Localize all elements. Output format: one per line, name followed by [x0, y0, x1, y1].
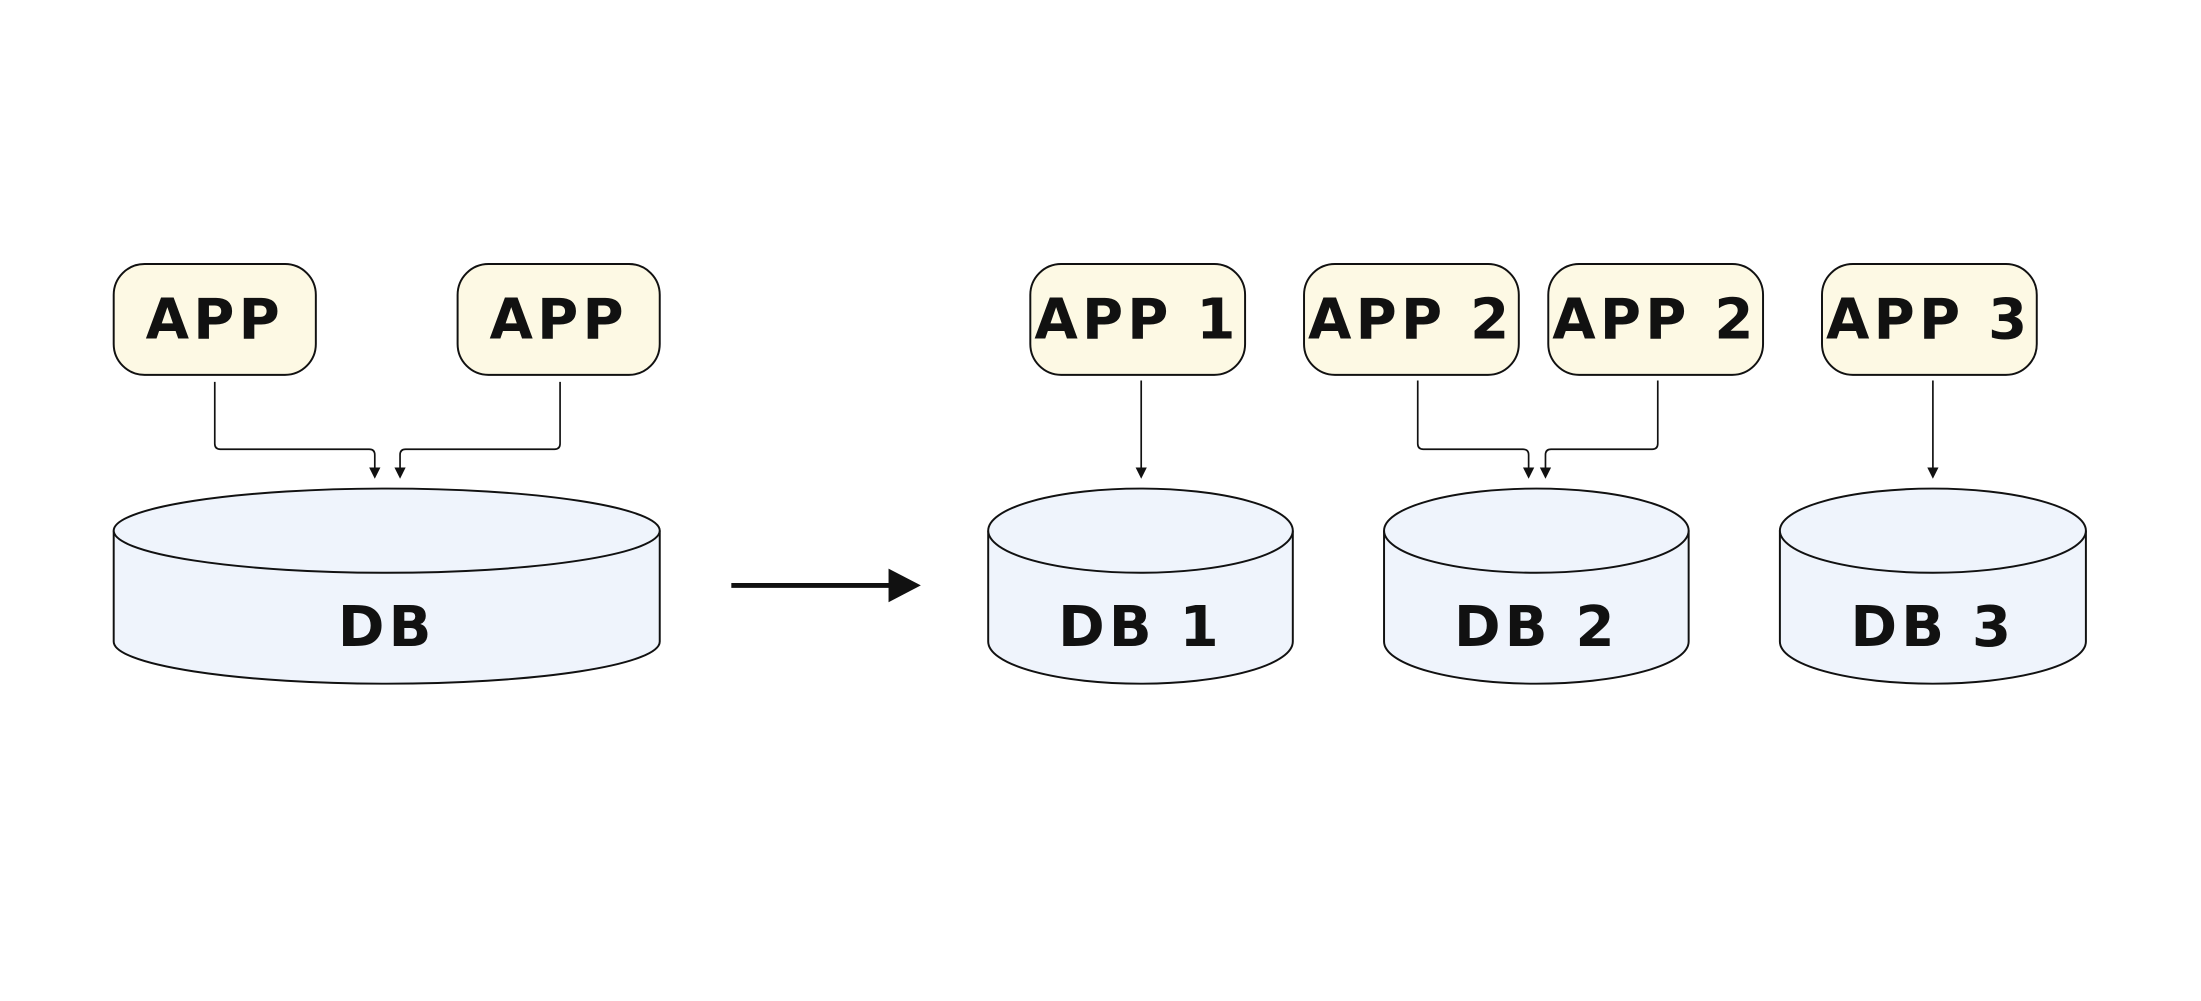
arrowhead [1539, 467, 1552, 479]
app-label: APP 1 [1034, 288, 1239, 353]
database-cylinder: DB [112, 487, 661, 685]
connector-arrow [1544, 380, 1659, 468]
database-cylinder: DB 2 [1383, 487, 1690, 685]
arrowhead [369, 467, 381, 479]
database-cylinder: DB 1 [987, 487, 1294, 685]
app-box: APP 3 [1821, 262, 2038, 376]
after-group: APP 1 APP 2 APP 2 APP 3 DB 1 DB 2 DB 3 [987, 262, 2087, 685]
arrowhead [1135, 467, 1147, 479]
db-label: DB 1 [1058, 595, 1223, 660]
app-box: APP [456, 262, 661, 376]
arrowhead [1523, 467, 1535, 479]
db-label: DB [338, 595, 436, 660]
db-label: DB 3 [1850, 595, 2015, 660]
app-label: APP [146, 288, 284, 353]
app-box: APP 2 [1547, 262, 1765, 376]
app-label: APP 2 [1552, 288, 1757, 353]
app-box: APP [112, 262, 317, 376]
connector-arrow [213, 381, 376, 468]
app-box: APP 1 [1029, 262, 1247, 376]
database-cylinder: DB 3 [1778, 487, 2087, 685]
app-label: APP [490, 288, 628, 353]
db-label: DB 2 [1454, 595, 1619, 660]
app-label: APP 3 [1826, 288, 2031, 353]
app-box: APP 2 [1303, 262, 1520, 376]
transform-arrow [731, 568, 921, 603]
before-group: APP APP DB [112, 262, 661, 685]
arrowhead [394, 467, 406, 479]
diagram: APP APP DB APP 1 APP 2 APP 2 APP 3 DB 1 … [112, 262, 2087, 685]
app-label: APP 2 [1308, 288, 1513, 353]
connector-arrow [1416, 380, 1530, 468]
connector-arrow [399, 381, 561, 468]
arrowhead [1927, 467, 1939, 479]
